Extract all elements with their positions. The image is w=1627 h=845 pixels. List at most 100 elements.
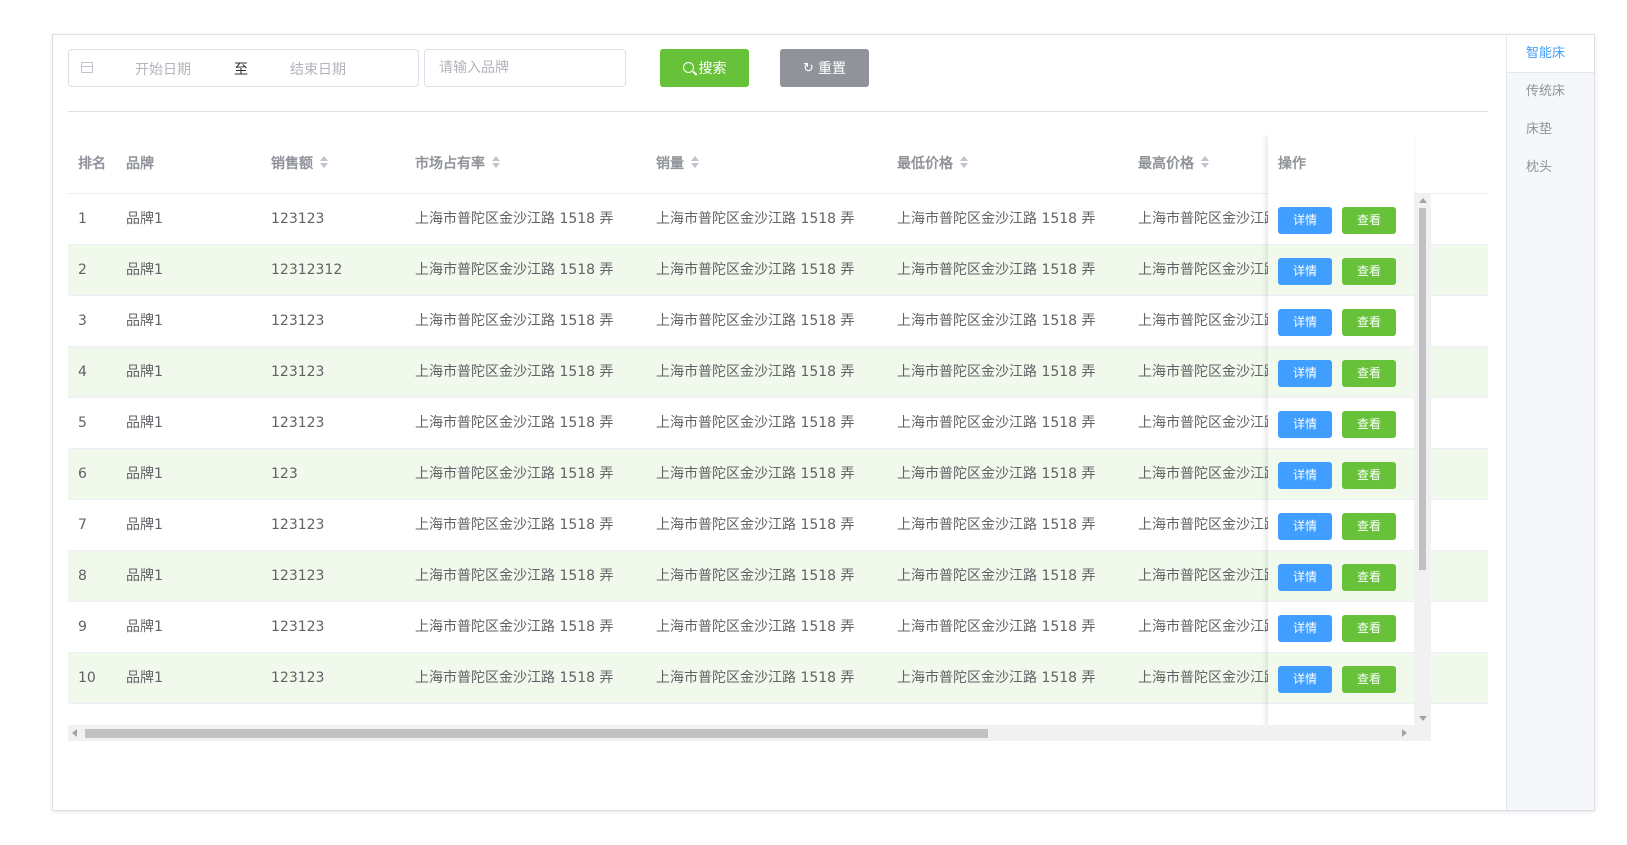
range-separator: 至	[234, 62, 248, 78]
header-min-price-label: 最低价格	[897, 156, 953, 172]
cell-max-price: 上海市普陀区金沙江路	[1138, 670, 1270, 686]
header-volume-label: 销量	[656, 156, 684, 172]
detail-button[interactable]: 详情	[1278, 564, 1332, 591]
view-button[interactable]: 查看	[1342, 615, 1396, 642]
cell-min-price: 上海市普陀区金沙江路 1518 弄	[897, 211, 1096, 227]
tab-traditional-bed[interactable]: 传统床	[1507, 73, 1594, 111]
fixed-action-column: 操作 详情 查看 详情 查看 详情 查看 详情 查看 详情 查看 详情 查看 详…	[1268, 135, 1414, 741]
detail-button[interactable]: 详情	[1278, 513, 1332, 540]
detail-button[interactable]: 详情	[1278, 411, 1332, 438]
view-button[interactable]: 查看	[1342, 564, 1396, 591]
cell-sales: 123123	[271, 364, 325, 380]
tab-pillow[interactable]: 枕头	[1507, 149, 1594, 187]
main-card: 开始日期 至 结束日期 搜索 ↻ 重置 排名 品牌 销售额 市场占有率	[52, 34, 1595, 811]
action-row: 详情 查看	[1268, 347, 1414, 398]
sort-caret-icon[interactable]	[1200, 155, 1210, 169]
cell-max-price: 上海市普陀区金沙江路	[1138, 313, 1270, 329]
header-brand: 品牌	[126, 156, 154, 172]
detail-button[interactable]: 详情	[1278, 462, 1332, 489]
sort-caret-icon[interactable]	[690, 155, 700, 169]
header-max-price[interactable]: 最高价格	[1138, 135, 1270, 193]
cell-share: 上海市普陀区金沙江路 1518 弄	[415, 568, 614, 584]
scroll-right-icon[interactable]	[1402, 729, 1407, 737]
view-button[interactable]: 查看	[1342, 513, 1396, 540]
sort-caret-icon[interactable]	[959, 155, 969, 169]
cell-sales: 123123	[271, 670, 325, 686]
view-button[interactable]: 查看	[1342, 360, 1396, 387]
scroll-up-icon[interactable]	[1419, 198, 1427, 203]
view-button[interactable]: 查看	[1342, 462, 1396, 489]
view-button[interactable]: 查看	[1342, 207, 1396, 234]
end-date-input[interactable]: 结束日期	[290, 59, 346, 79]
horizontal-scroll-thumb[interactable]	[85, 729, 988, 738]
start-date-input[interactable]: 开始日期	[135, 59, 191, 79]
cell-share: 上海市普陀区金沙江路 1518 弄	[415, 364, 614, 380]
view-button[interactable]: 查看	[1342, 258, 1396, 285]
cell-min-price: 上海市普陀区金沙江路 1518 弄	[897, 364, 1096, 380]
cell-min-price: 上海市普陀区金沙江路 1518 弄	[897, 568, 1096, 584]
brand-input[interactable]	[424, 49, 626, 87]
detail-button[interactable]: 详情	[1278, 309, 1332, 336]
header-action: 操作	[1278, 156, 1306, 172]
scroll-down-icon[interactable]	[1419, 716, 1427, 721]
search-button[interactable]: 搜索	[660, 49, 749, 87]
sort-caret-icon[interactable]	[319, 155, 329, 169]
cell-min-price: 上海市普陀区金沙江路 1518 弄	[897, 670, 1096, 686]
reset-button[interactable]: ↻ 重置	[780, 49, 869, 87]
cell-max-price: 上海市普陀区金沙江路	[1138, 415, 1270, 431]
detail-button[interactable]: 详情	[1278, 207, 1332, 234]
cell-brand: 品牌1	[126, 364, 163, 380]
cell-max-price: 上海市普陀区金沙江路	[1138, 568, 1270, 584]
header-volume[interactable]: 销量	[656, 135, 886, 193]
cell-volume: 上海市普陀区金沙江路 1518 弄	[656, 211, 855, 227]
vertical-scrollbar[interactable]	[1414, 194, 1431, 725]
data-table: 排名 品牌 销售额 市场占有率 销量 最低价格 最高价格 1 品牌1 12312…	[68, 135, 1488, 741]
cell-brand: 品牌1	[126, 517, 163, 533]
cell-min-price: 上海市普陀区金沙江路 1518 弄	[897, 619, 1096, 635]
tab-mattress[interactable]: 床垫	[1507, 111, 1594, 149]
view-button[interactable]: 查看	[1342, 309, 1396, 336]
detail-button[interactable]: 详情	[1278, 360, 1332, 387]
detail-button[interactable]: 详情	[1278, 615, 1332, 642]
cell-brand: 品牌1	[126, 619, 163, 635]
detail-button[interactable]: 详情	[1278, 258, 1332, 285]
action-row: 详情 查看	[1268, 245, 1414, 296]
cell-rank: 8	[78, 568, 87, 584]
cell-min-price: 上海市普陀区金沙江路 1518 弄	[897, 313, 1096, 329]
cell-volume: 上海市普陀区金沙江路 1518 弄	[656, 415, 855, 431]
cell-sales: 12312312	[271, 262, 343, 278]
view-button[interactable]: 查看	[1342, 666, 1396, 693]
date-range-picker[interactable]: 开始日期 至 结束日期	[68, 49, 419, 87]
cell-max-price: 上海市普陀区金沙江路	[1138, 211, 1270, 227]
cell-rank: 3	[78, 313, 87, 329]
cell-volume: 上海市普陀区金沙江路 1518 弄	[656, 364, 855, 380]
sort-caret-icon[interactable]	[491, 155, 501, 169]
action-row: 详情 查看	[1268, 194, 1414, 245]
header-sales[interactable]: 销售额	[271, 135, 401, 193]
vertical-scroll-thumb[interactable]	[1419, 208, 1426, 570]
cell-share: 上海市普陀区金沙江路 1518 弄	[415, 415, 614, 431]
detail-button[interactable]: 详情	[1278, 666, 1332, 693]
cell-volume: 上海市普陀区金沙江路 1518 弄	[656, 619, 855, 635]
reset-button-label: 重置	[817, 61, 846, 77]
refresh-icon: ↻	[803, 60, 814, 76]
cell-volume: 上海市普陀区金沙江路 1518 弄	[656, 517, 855, 533]
cell-min-price: 上海市普陀区金沙江路 1518 弄	[897, 466, 1096, 482]
cell-brand: 品牌1	[126, 313, 163, 329]
cell-brand: 品牌1	[126, 568, 163, 584]
cell-rank: 7	[78, 517, 87, 533]
action-row: 详情 查看	[1268, 602, 1414, 653]
horizontal-scrollbar[interactable]	[68, 725, 1431, 741]
search-button-label: 搜索	[698, 61, 727, 77]
cell-max-price: 上海市普陀区金沙江路	[1138, 364, 1270, 380]
scroll-left-icon[interactable]	[72, 729, 77, 737]
cell-volume: 上海市普陀区金沙江路 1518 弄	[656, 313, 855, 329]
cell-max-price: 上海市普陀区金沙江路	[1138, 466, 1270, 482]
view-button[interactable]: 查看	[1342, 411, 1396, 438]
cell-brand: 品牌1	[126, 262, 163, 278]
tab-smart-bed[interactable]: 智能床	[1507, 35, 1594, 73]
cell-sales: 123123	[271, 568, 325, 584]
header-share[interactable]: 市场占有率	[415, 135, 645, 193]
header-min-price[interactable]: 最低价格	[897, 135, 1127, 193]
cell-sales: 123123	[271, 313, 325, 329]
